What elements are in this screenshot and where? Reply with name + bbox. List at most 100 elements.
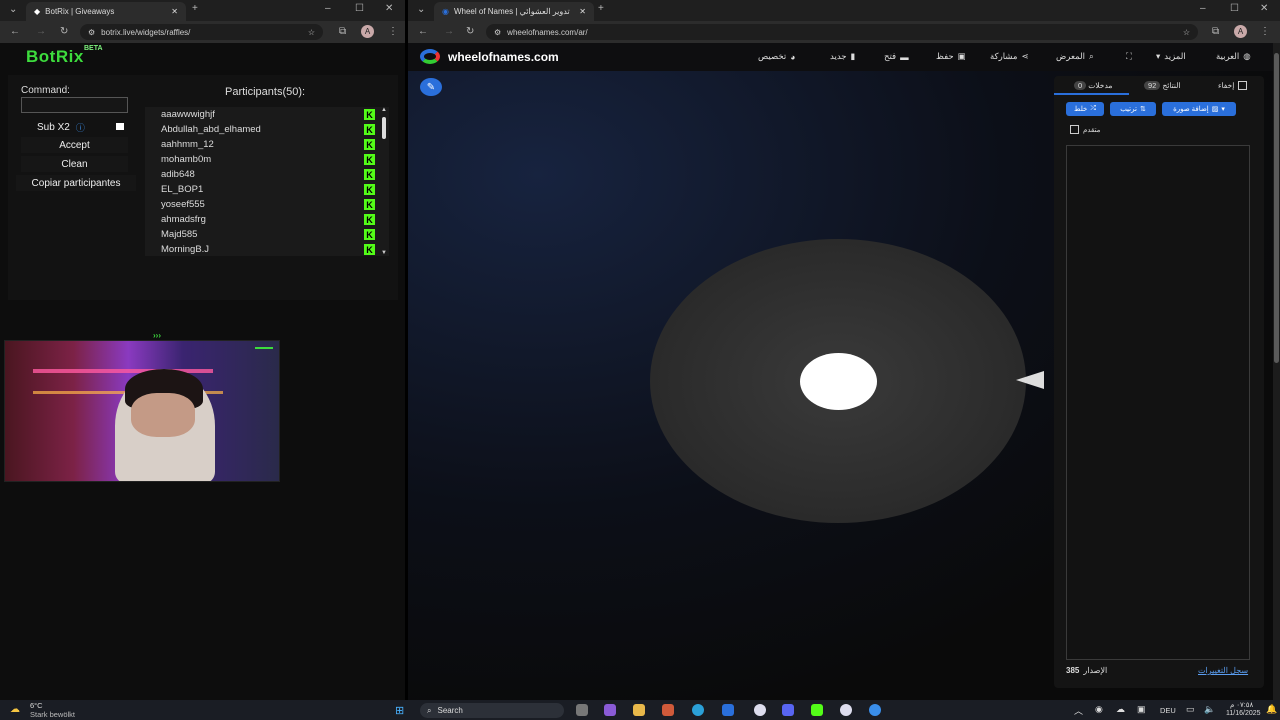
advanced-toggle[interactable]: متقدم: [1070, 125, 1100, 134]
app-icon[interactable]: [869, 704, 881, 716]
command-label: Command:: [21, 85, 70, 96]
page-scrollbar[interactable]: [1273, 43, 1280, 700]
hide-toggle[interactable]: إخفاء: [1218, 81, 1248, 90]
kick-badge-icon: K: [364, 109, 375, 120]
close-window-icon[interactable]: ✕: [1260, 3, 1268, 14]
command-input[interactable]: [21, 97, 128, 113]
participant-name: ahmadsfrg: [161, 214, 206, 225]
back-icon[interactable]: ←: [418, 26, 428, 37]
chrome-icon[interactable]: [754, 704, 766, 716]
forward-icon[interactable]: →: [36, 26, 46, 37]
clean-button[interactable]: Clean: [21, 156, 128, 172]
menu-customize[interactable]: تخصيص ◕: [758, 51, 795, 62]
copilot-icon[interactable]: [604, 704, 616, 716]
won-favicon-icon: ◉: [442, 7, 449, 16]
new-tab-icon[interactable]: +: [192, 3, 198, 14]
participants-list[interactable]: aaawwwighjf K Abdullah_abd_elhamed Kaahhmm_…: [145, 107, 389, 256]
maximize-icon[interactable]: ☐: [355, 3, 364, 14]
url-text: botrix.live/widgets/raffles/: [101, 27, 191, 37]
browser-menu-icon[interactable]: ⋮: [1260, 26, 1270, 37]
notification-bell-icon[interactable]: 🔔: [1266, 704, 1277, 715]
store-icon[interactable]: [662, 704, 674, 716]
fullscreen-icon[interactable]: ⛶: [1126, 51, 1132, 62]
reload-icon[interactable]: ↻: [466, 26, 474, 37]
site-info-icon[interactable]: ⚙: [88, 28, 95, 37]
language-indicator[interactable]: DEU: [1160, 706, 1176, 715]
menu-new[interactable]: جديد ▮: [830, 51, 855, 62]
clock-time[interactable]: ٠٧:٥٨ م: [1230, 701, 1253, 709]
bookmark-star-icon[interactable]: ☆: [308, 28, 315, 37]
botrix-logo: BotRix: [26, 47, 84, 66]
maximize-icon[interactable]: ☐: [1230, 3, 1239, 14]
task-view-icon[interactable]: [576, 704, 588, 716]
shuffle-button[interactable]: خلط ⤮: [1066, 102, 1104, 116]
menu-open[interactable]: فتح ▬: [884, 51, 909, 62]
menu-more[interactable]: ▾ المزيد: [1156, 51, 1186, 62]
add-image-button[interactable]: إضافة صورة ▨ ▾: [1162, 102, 1236, 116]
clock-date[interactable]: 11/16/2025: [1226, 710, 1261, 717]
info-icon[interactable]: ⓘ: [76, 121, 85, 134]
profile-avatar[interactable]: A: [1234, 25, 1247, 38]
edit-pencil-icon[interactable]: ✎: [420, 78, 442, 96]
close-tab-icon[interactable]: ✕: [171, 7, 178, 16]
menu-share[interactable]: مشاركة ⋖: [990, 51, 1029, 62]
tab-botrix[interactable]: ◆ BotRix | Giveaways ✕: [26, 2, 186, 21]
kick-badge-icon: K: [364, 244, 375, 255]
minimize-icon[interactable]: –: [1200, 3, 1206, 14]
tab-search-icon[interactable]: ⌄: [417, 4, 425, 15]
entries-textarea[interactable]: [1066, 145, 1250, 660]
windows-start-icon[interactable]: ⊞: [395, 704, 404, 717]
url-field[interactable]: ⚙ wheelofnames.com/ar/ ☆: [486, 24, 1198, 40]
won-site-name[interactable]: wheelofnames.com: [448, 50, 559, 64]
weather-icon[interactable]: ☁: [10, 704, 20, 715]
tab-wheel-of-names[interactable]: ◉ Wheel of Names | تدوير العشوائي ✕: [434, 2, 594, 21]
kick-badge-icon: K: [364, 229, 375, 240]
wheel-of-names-page: wheelofnames.com تخصيص ◕ جديد ▮ فتح ▬ حفظ ▣ …: [408, 43, 1273, 700]
browser-menu-icon[interactable]: ⋮: [388, 26, 398, 37]
accept-button[interactable]: Accept: [21, 137, 128, 153]
cloud-icon[interactable]: ☁: [1116, 704, 1125, 715]
volume-icon[interactable]: 🔈: [1204, 704, 1215, 715]
profile-avatar[interactable]: A: [361, 25, 374, 38]
new-tab-icon[interactable]: +: [598, 3, 604, 14]
right-browser-window: ⌄ ◉ Wheel of Names | تدوير العشوائي ✕ + …: [408, 0, 1280, 700]
back-icon[interactable]: ←: [10, 26, 20, 37]
bookmark-star-icon[interactable]: ☆: [1183, 28, 1190, 37]
reload-icon[interactable]: ↻: [60, 26, 68, 37]
tab-search-icon[interactable]: ⌄: [9, 4, 17, 15]
participant-name: aahhmm_12: [161, 139, 214, 150]
discord-icon[interactable]: [782, 704, 794, 716]
url-field[interactable]: ⚙ botrix.live/widgets/raffles/ ☆: [80, 24, 323, 40]
minimize-icon[interactable]: –: [325, 3, 331, 14]
site-info-icon[interactable]: ⚙: [494, 28, 501, 37]
changelog-link[interactable]: سجل التغييرات: [1198, 666, 1248, 675]
mail-icon[interactable]: [722, 704, 734, 716]
tray-app-icon[interactable]: ◉: [1095, 704, 1103, 715]
weather-desc: Stark bewölkt: [30, 710, 76, 719]
forward-icon[interactable]: →: [444, 26, 454, 37]
extensions-icon[interactable]: ⧉: [339, 26, 346, 37]
menu-gallery[interactable]: المعرض ⌕: [1056, 51, 1094, 62]
close-tab-icon[interactable]: ✕: [579, 7, 586, 16]
tray-chevron-up-icon[interactable]: ︿: [1074, 704, 1083, 717]
network-icon[interactable]: ▭: [1186, 704, 1195, 715]
tab-entries[interactable]: مدخلات 0: [1074, 81, 1112, 90]
sub-x2-checkbox[interactable]: [116, 123, 124, 130]
wheel-center-hub[interactable]: [800, 353, 877, 410]
tab-results[interactable]: النتائج 92: [1144, 81, 1181, 90]
copy-participants-button[interactable]: Copiar participantes: [16, 175, 136, 191]
address-bar: ← → ↻ ⚙ botrix.live/widgets/raffles/ ☆ ⧉…: [0, 21, 405, 43]
taskbar-search[interactable]: ⌕ Search: [420, 703, 564, 718]
menu-language[interactable]: العربية ◍: [1216, 51, 1251, 62]
edge-icon[interactable]: [692, 704, 704, 716]
kick-icon[interactable]: [811, 704, 823, 716]
sort-button[interactable]: ترتيب ⇅: [1110, 102, 1156, 116]
kick-badge-icon: K: [364, 154, 375, 165]
close-window-icon[interactable]: ✕: [385, 3, 393, 14]
extensions-icon[interactable]: ⧉: [1212, 26, 1219, 37]
participants-scrollbar[interactable]: ▲ ▼: [381, 107, 387, 256]
menu-save[interactable]: حفظ ▣: [936, 51, 966, 62]
chrome-alt-icon[interactable]: [840, 704, 852, 716]
tray-app2-icon[interactable]: ▣: [1137, 704, 1146, 715]
file-explorer-icon[interactable]: [633, 704, 645, 716]
